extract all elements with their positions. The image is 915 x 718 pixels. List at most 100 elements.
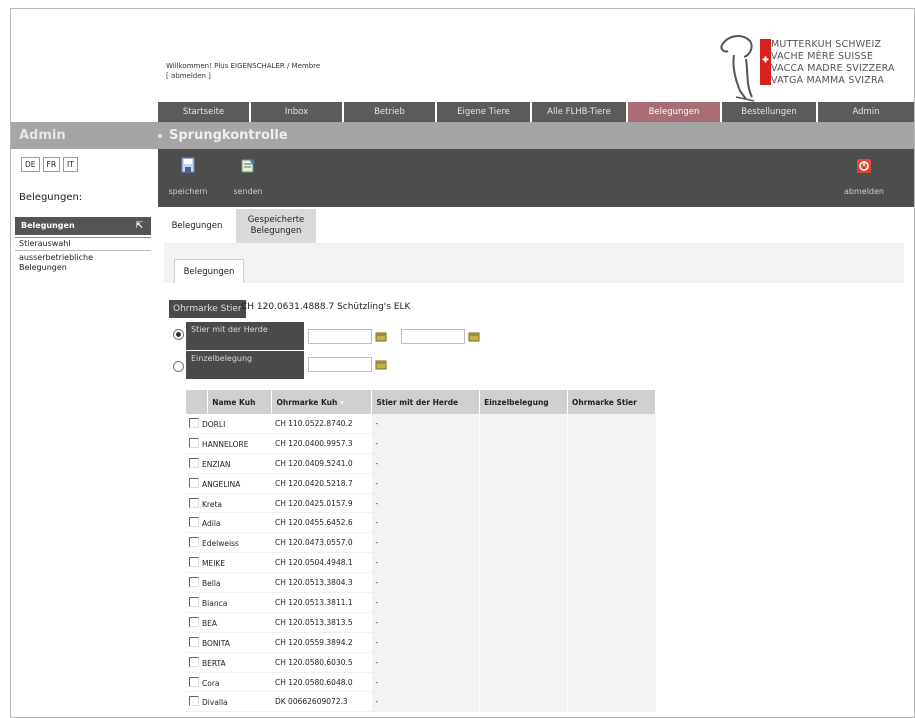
nav-tab-belegungen[interactable]: Belegungen — [628, 102, 722, 122]
table-row[interactable]: BONITA CH 120.0559.3894.2- — [186, 632, 656, 653]
herde-input-1[interactable] — [308, 329, 372, 344]
nav-tab-inbox[interactable]: Inbox — [251, 102, 344, 122]
logout-button[interactable]: abmelden — [834, 157, 894, 196]
nav-tab-eigene-tiere[interactable]: Eigene Tiere — [437, 102, 532, 122]
row-checkbox[interactable] — [189, 696, 199, 707]
einzel-cell — [479, 532, 568, 554]
lang-fr[interactable]: FR — [42, 157, 61, 172]
einzel-cell — [479, 632, 568, 653]
lookup-icon[interactable] — [375, 331, 387, 342]
cows-table: Name Kuh Ohrmarke Kuh ▾ Stier mit der He… — [186, 390, 656, 713]
herd-bull-cell: - — [371, 592, 480, 613]
tab-gespeicherte-belegungen[interactable]: Gespeicherte Belegungen — [236, 209, 316, 243]
power-icon — [857, 159, 871, 173]
herd-bull-cell: - — [371, 512, 480, 534]
cow-logo-icon — [720, 35, 755, 102]
row-checkbox[interactable] — [189, 497, 199, 508]
cow-name: BEA — [202, 618, 218, 628]
table-row[interactable]: ANGELINA CH 120.0420.5218.7- — [186, 473, 656, 494]
nav-tab-betrieb[interactable]: Betrieb — [344, 102, 437, 122]
col-stier-herde[interactable]: Stier mit der Herde — [371, 390, 481, 414]
table-row[interactable]: Bianca CH 120.0513.3811.1- — [186, 592, 656, 613]
row-checkbox[interactable] — [189, 437, 199, 448]
table-row[interactable]: BEA CH 120.0513.3813.5- — [186, 612, 656, 633]
table-row[interactable]: Adila CH 120.0455.6452.6- — [186, 512, 656, 534]
radio-einzelbelegung[interactable] — [173, 361, 184, 372]
nav-tab-startseite[interactable]: Startseite — [158, 102, 251, 122]
table-row[interactable]: HANNELORE CH 120.0400.9957.3- — [186, 433, 656, 454]
lang-it[interactable]: IT — [63, 157, 78, 172]
radio-stier-mit-herde[interactable] — [173, 329, 184, 340]
row-checkbox[interactable] — [189, 616, 199, 627]
einzel-cell — [479, 512, 568, 534]
row-checkbox[interactable] — [189, 596, 199, 607]
col-ohrmarke-kuh[interactable]: Ohrmarke Kuh ▾ — [271, 390, 373, 414]
cow-ear-tag: CH 120.0504.4948.1 — [271, 552, 372, 574]
einzel-cell — [479, 672, 568, 693]
pin-icon[interactable]: ⇱ — [135, 217, 143, 235]
row-checkbox[interactable] — [189, 537, 199, 548]
table-row[interactable]: BERTA CH 120.0580.6030.5- — [186, 652, 656, 673]
send-button[interactable]: senden — [218, 157, 278, 196]
table-row[interactable]: Kreta CH 120.0425.0157.9- — [186, 493, 656, 514]
logout-link[interactable]: [ abmelden ] — [166, 71, 320, 81]
cow-name: Kreta — [202, 499, 222, 509]
table-row[interactable]: DORLI CH 110.0522.8740.2- — [186, 414, 656, 434]
col-name-kuh[interactable]: Name Kuh — [207, 390, 273, 414]
nav-tab-admin[interactable]: Admin — [818, 102, 914, 122]
cow-name-cell: BONITA — [186, 632, 272, 653]
row-checkbox[interactable] — [189, 557, 199, 568]
table-row[interactable]: Divalla DK 00662609072.3- — [186, 691, 656, 713]
cow-ear-tag: CH 120.0513.3813.5 — [271, 612, 372, 633]
ear-bull-cell — [567, 691, 656, 713]
logo-line: MUTTERKUH SCHWEIZ — [771, 39, 882, 50]
sidebar-item-stierauswahl[interactable]: Stierauswahl — [19, 239, 71, 249]
cow-ear-tag: CH 120.0425.0157.9 — [271, 493, 372, 514]
herd-bull-cell: - — [371, 572, 480, 594]
einzel-input[interactable] — [308, 357, 372, 372]
row-checkbox[interactable] — [189, 417, 199, 428]
lang-de[interactable]: DE — [21, 157, 40, 172]
col-ohrmarke-stier[interactable]: Ohrmarke Stier — [567, 390, 656, 414]
table-row[interactable]: Bella CH 120.0513.3804.3- — [186, 572, 656, 594]
col-einzelbelegung[interactable]: Einzelbelegung — [479, 390, 569, 414]
swiss-flag-icon — [760, 39, 771, 85]
einzel-cell — [479, 493, 568, 514]
row-checkbox[interactable] — [189, 636, 199, 647]
save-button[interactable]: speichern — [158, 157, 218, 196]
nav-tab-bestellungen[interactable]: Bestellungen — [722, 102, 818, 122]
row-checkbox[interactable] — [189, 477, 199, 488]
lookup-icon[interactable] — [375, 359, 387, 370]
table-row[interactable]: Edelweiss CH 120.0473.0557.0- — [186, 532, 656, 554]
tab-belegungen[interactable]: Belegungen — [158, 209, 236, 243]
einzel-cell — [479, 612, 568, 633]
herd-bull-cell: - — [371, 532, 480, 554]
row-checkbox[interactable] — [189, 656, 199, 667]
ear-bull-cell — [567, 632, 656, 653]
table-row[interactable]: Cora CH 120.0580.6048.0- — [186, 672, 656, 693]
herd-bull-cell: - — [371, 691, 480, 713]
ear-bull-cell — [567, 532, 656, 554]
herde-input-2[interactable] — [401, 329, 465, 344]
lookup-icon[interactable] — [468, 331, 480, 342]
cow-ear-tag: CH 120.0513.3811.1 — [271, 592, 372, 613]
sidebar-section-header[interactable]: Belegungen ⇱ — [15, 217, 151, 235]
sidebar-item-belegungen[interactable]: Belegungen — [19, 263, 67, 273]
toolbar: speichern senden abmelden — [158, 149, 914, 207]
logout-label: abmelden — [844, 187, 884, 196]
row-checkbox[interactable] — [189, 676, 199, 687]
sidebar-title: Admin — [19, 128, 66, 143]
sort-icon[interactable]: ▾ — [340, 398, 344, 407]
sidebar-item-ausserbetriebliche[interactable]: ausserbetriebliche — [19, 253, 93, 263]
row-checkbox[interactable] — [189, 517, 199, 528]
ear-bull-cell — [567, 414, 656, 434]
herd-bull-cell: - — [371, 552, 480, 574]
table-row[interactable]: ENZIAN CH 120.0409.5241.0- — [186, 453, 656, 474]
nav-tab-alle-flhb-tiere[interactable]: Alle FLHB-Tiere — [532, 102, 628, 122]
einzel-cell — [479, 652, 568, 673]
herd-bull-cell: - — [371, 632, 480, 653]
inner-tab-belegungen[interactable]: Belegungen — [174, 259, 244, 284]
row-checkbox[interactable] — [189, 457, 199, 468]
table-row[interactable]: MEIKE CH 120.0504.4948.1- — [186, 552, 656, 574]
row-checkbox[interactable] — [189, 577, 199, 588]
